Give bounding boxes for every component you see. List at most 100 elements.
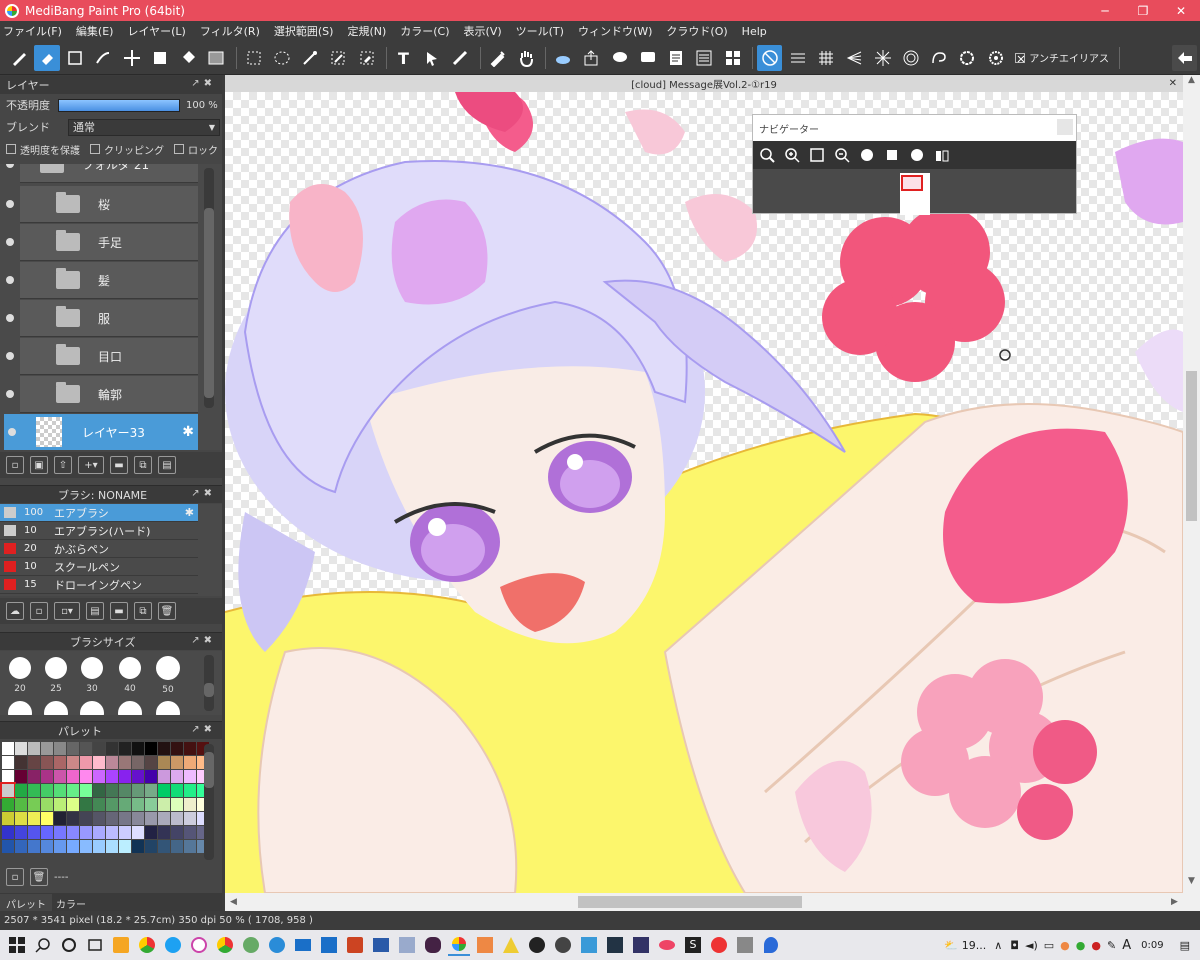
brush-tool-icon[interactable] — [6, 45, 31, 71]
palette-swatch[interactable] — [132, 840, 144, 853]
palette-swatch[interactable] — [106, 812, 118, 825]
add-brush-menu-icon[interactable]: ▫▾ — [54, 602, 80, 620]
rotate-left-icon[interactable] — [857, 145, 877, 165]
brush-item[interactable]: 15 ドローイングペン — [0, 576, 198, 594]
palette-swatch[interactable] — [54, 756, 66, 769]
scroll-right-arrow-icon[interactable]: ▶ — [1166, 893, 1183, 911]
eye-icon[interactable] — [6, 390, 14, 398]
brush-size-30[interactable]: 30 — [76, 653, 108, 694]
palette-swatch[interactable] — [41, 742, 53, 755]
navigator-preview[interactable] — [900, 173, 930, 215]
reset-view-icon[interactable] — [882, 145, 902, 165]
app-icon-2[interactable] — [240, 934, 262, 956]
palette-swatch[interactable] — [41, 770, 53, 783]
palette-swatch[interactable] — [28, 742, 40, 755]
palette-swatch[interactable] — [28, 826, 40, 839]
palette-swatch[interactable] — [158, 840, 170, 853]
palette-swatch[interactable] — [41, 756, 53, 769]
palette-swatch[interactable] — [15, 770, 27, 783]
palette-swatch[interactable] — [67, 812, 79, 825]
palette-swatch[interactable] — [2, 756, 14, 769]
palette-swatch[interactable] — [145, 798, 157, 811]
palette-swatch[interactable] — [93, 840, 105, 853]
medibang-taskbar-icon[interactable] — [448, 934, 470, 956]
palette-swatch[interactable] — [119, 784, 131, 797]
palette-swatch[interactable] — [119, 756, 131, 769]
scroll-down-arrow-icon[interactable]: ▼ — [1183, 876, 1200, 893]
brush-select-icon[interactable] — [91, 45, 116, 71]
menu-edit[interactable]: 編集(E) — [76, 23, 114, 39]
palette-swatch[interactable] — [28, 840, 40, 853]
app-icon-12[interactable] — [604, 934, 626, 956]
palette-swatch[interactable] — [119, 770, 131, 783]
palette-swatch[interactable] — [106, 742, 118, 755]
rect-select-icon[interactable] — [241, 45, 266, 71]
app-icon-3[interactable] — [318, 934, 340, 956]
close-icon[interactable]: ✕ — [1169, 78, 1177, 89]
palette-swatch[interactable] — [2, 742, 14, 755]
palette-swatch[interactable] — [145, 784, 157, 797]
palette-swatch[interactable] — [184, 812, 196, 825]
panel-close-icon[interactable]: ↗✖ — [191, 488, 216, 499]
merge-layer-icon[interactable]: ▤ — [158, 456, 176, 474]
cat-icon[interactable] — [422, 934, 444, 956]
palette-swatch[interactable] — [80, 756, 92, 769]
perspective-snap-icon[interactable] — [842, 45, 867, 71]
palette-swatch[interactable] — [171, 798, 183, 811]
palette-swatch[interactable] — [158, 770, 170, 783]
maximize-button[interactable]: ❐ — [1124, 0, 1162, 21]
document-tab[interactable]: [cloud] Message展Vol.2-①r19 ✕ — [225, 75, 1183, 92]
ime-indicator[interactable]: A — [1122, 938, 1131, 953]
palette-swatch[interactable] — [54, 770, 66, 783]
add-layer-menu-icon[interactable]: +▾ — [78, 456, 104, 474]
gear-icon[interactable]: ✱ — [185, 506, 194, 519]
vertical-scrollbar[interactable]: ▲ ▼ — [1183, 75, 1200, 893]
palette-swatch[interactable] — [132, 812, 144, 825]
palette-swatch[interactable] — [67, 770, 79, 783]
pen-icon[interactable]: ✎ — [1107, 939, 1116, 952]
layer-folder-hair[interactable]: 髪 — [6, 262, 198, 299]
palette-swatch[interactable] — [15, 798, 27, 811]
palette-swatch[interactable] — [106, 770, 118, 783]
layer-list-scrollbar[interactable] — [204, 168, 214, 408]
palette-swatch[interactable] — [93, 756, 105, 769]
palette-swatch[interactable] — [28, 756, 40, 769]
palette-swatch[interactable] — [171, 756, 183, 769]
app-icon-7[interactable] — [474, 934, 496, 956]
app-icon-13[interactable] — [630, 934, 652, 956]
eye-icon[interactable] — [6, 276, 14, 284]
palette-swatch[interactable] — [171, 840, 183, 853]
settings-gear-icon[interactable] — [983, 45, 1008, 71]
move-tool-icon[interactable] — [119, 45, 144, 71]
palette-swatch[interactable] — [54, 798, 66, 811]
rotate-right-icon[interactable] — [907, 145, 927, 165]
palette-swatch[interactable] — [132, 742, 144, 755]
palette-swatch[interactable] — [41, 798, 53, 811]
palette-swatch[interactable] — [80, 826, 92, 839]
volume-icon[interactable]: ◄) — [1025, 939, 1038, 952]
palette-swatch[interactable] — [2, 798, 14, 811]
flip-horizontal-icon[interactable] — [932, 145, 952, 165]
antialias-toggle[interactable]: アンチエイリアス — [1015, 50, 1109, 65]
palette-swatch[interactable] — [93, 742, 105, 755]
app-icon-9[interactable] — [526, 934, 548, 956]
palette-swatch[interactable] — [119, 826, 131, 839]
eye-icon[interactable] — [6, 352, 14, 360]
palette-swatch[interactable] — [119, 812, 131, 825]
edge-icon[interactable] — [266, 934, 288, 956]
app-tray-icon-2[interactable]: ● — [1091, 939, 1101, 952]
brush-size-scrollbar[interactable] — [204, 655, 214, 711]
palette-swatch[interactable] — [119, 742, 131, 755]
notification-icon[interactable]: ▤ — [1180, 939, 1190, 952]
palette-swatch[interactable] — [2, 826, 14, 839]
mail-icon[interactable] — [292, 934, 314, 956]
vertical-scroll-thumb[interactable] — [1186, 371, 1197, 521]
palette-swatch[interactable] — [158, 756, 170, 769]
menu-help[interactable]: Help — [742, 25, 767, 38]
palette-swatch[interactable] — [54, 784, 66, 797]
palette-swatch[interactable] — [28, 812, 40, 825]
palette-swatch[interactable] — [67, 840, 79, 853]
palette-swatch[interactable] — [41, 840, 53, 853]
palette-swatch[interactable] — [171, 784, 183, 797]
brush-settings-icon[interactable]: ▤ — [86, 602, 104, 620]
